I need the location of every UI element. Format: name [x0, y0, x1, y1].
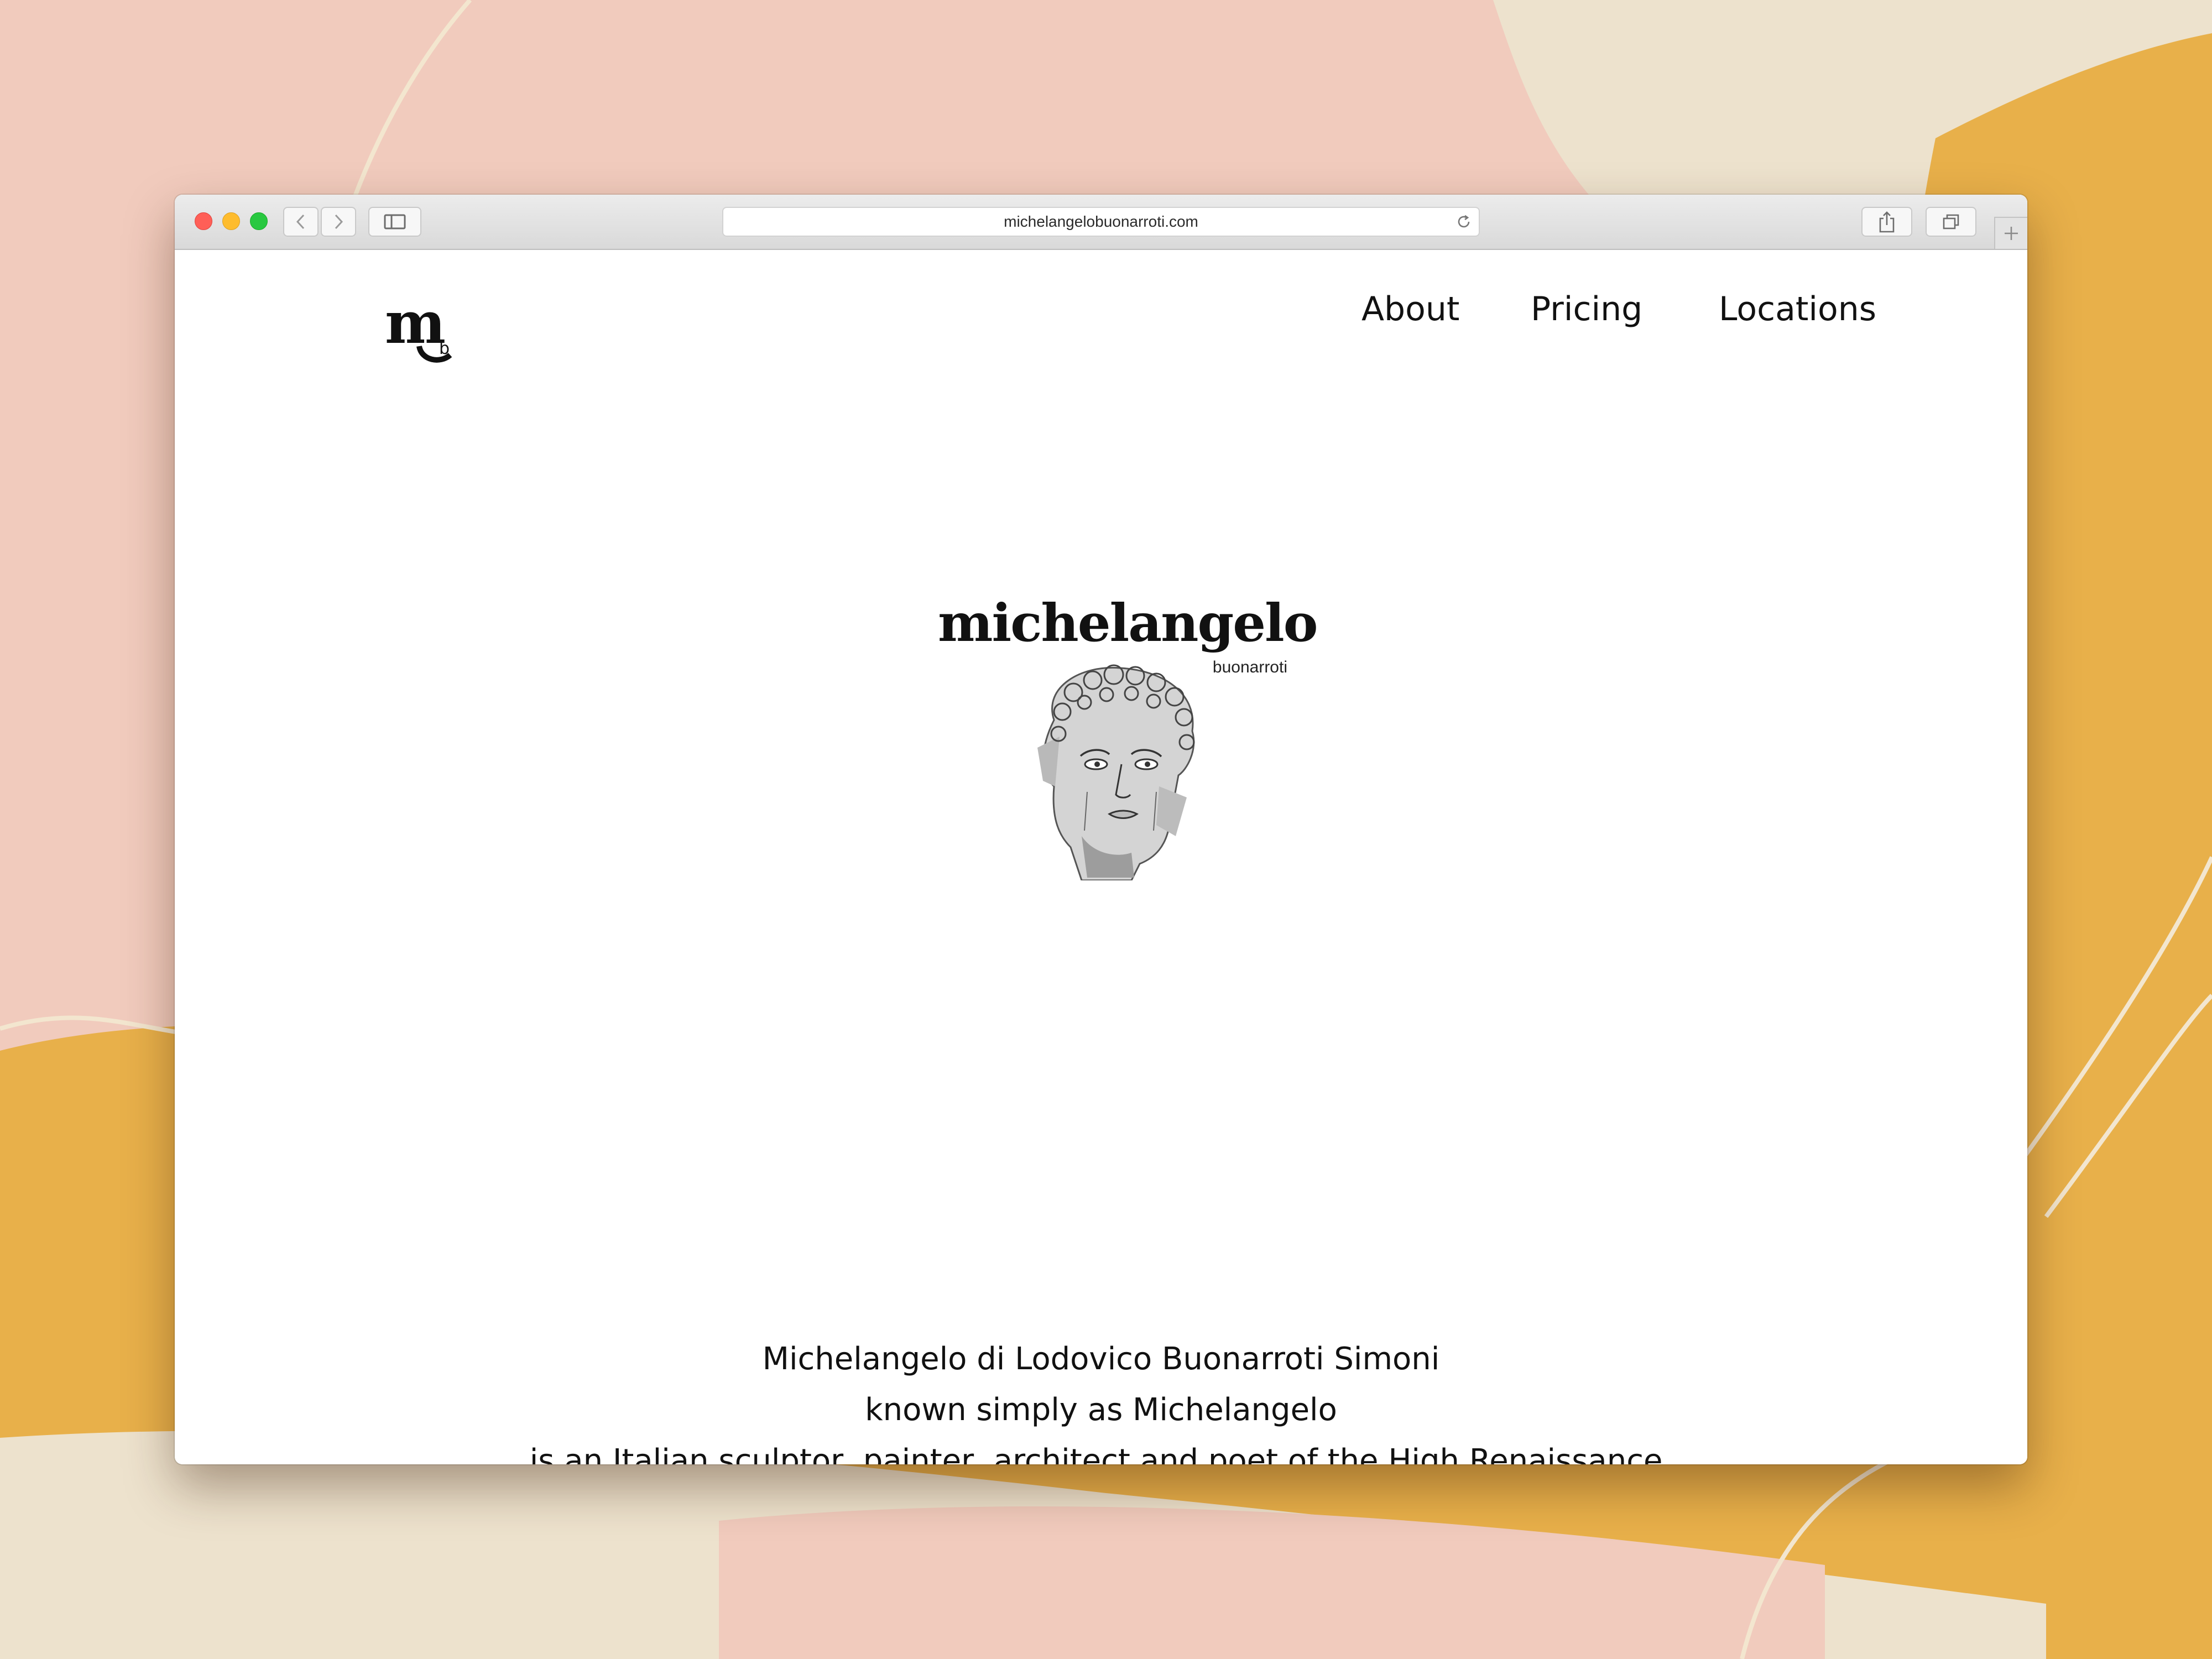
logo-letter: m — [385, 300, 446, 357]
share-icon — [1879, 211, 1895, 233]
share-button[interactable] — [1861, 207, 1912, 237]
back-icon — [296, 214, 305, 229]
new-tab-button[interactable] — [1994, 217, 2027, 249]
sidebar-icon — [384, 214, 406, 229]
nav-pricing-link[interactable]: Pricing — [1531, 290, 1642, 328]
tabs-icon — [1943, 214, 1959, 229]
plus-icon — [2005, 227, 2018, 240]
david-bust-illustration — [1037, 664, 1195, 880]
bio-line-3: is an Italian sculptor, painter, archite… — [529, 1443, 1673, 1464]
forward-icon — [335, 214, 343, 229]
web-page: m b About Pricing Locations michelangelo… — [175, 250, 2027, 1464]
browser-toolbar: michelangelobuonarroti.com — [175, 195, 2027, 250]
bio-text: Michelangelo di Lodovico Buonarroti Simo… — [175, 1334, 2027, 1464]
nav-about-link[interactable]: About — [1361, 290, 1459, 328]
url-text: michelangelobuonarroti.com — [1004, 213, 1198, 230]
zoom-window-button[interactable] — [250, 212, 268, 230]
forward-button[interactable] — [321, 207, 356, 237]
hero-title: michelangelo — [938, 593, 1318, 654]
back-button[interactable] — [283, 207, 319, 237]
hero-subtitle: buonarroti — [1212, 658, 1287, 676]
site-logo[interactable]: m b — [385, 300, 462, 366]
reload-icon[interactable] — [1455, 213, 1472, 230]
nav-locations-link[interactable]: Locations — [1719, 290, 1876, 328]
browser-window: michelangelobuonarroti.com m b About Pri… — [175, 195, 2027, 1464]
bio-line-2: known simply as Michelangelo — [865, 1392, 1337, 1428]
bio-line-1: Michelangelo di Lodovico Buonarroti Simo… — [762, 1341, 1440, 1377]
show-tabs-button[interactable] — [1926, 207, 1976, 237]
sidebar-toggle-button[interactable] — [368, 207, 421, 237]
close-window-button[interactable] — [195, 212, 212, 230]
minimize-window-button[interactable] — [222, 212, 240, 230]
hero-logo: michelangelo buonarroti — [938, 593, 1318, 880]
address-bar[interactable]: michelangelobuonarroti.com — [722, 207, 1480, 237]
